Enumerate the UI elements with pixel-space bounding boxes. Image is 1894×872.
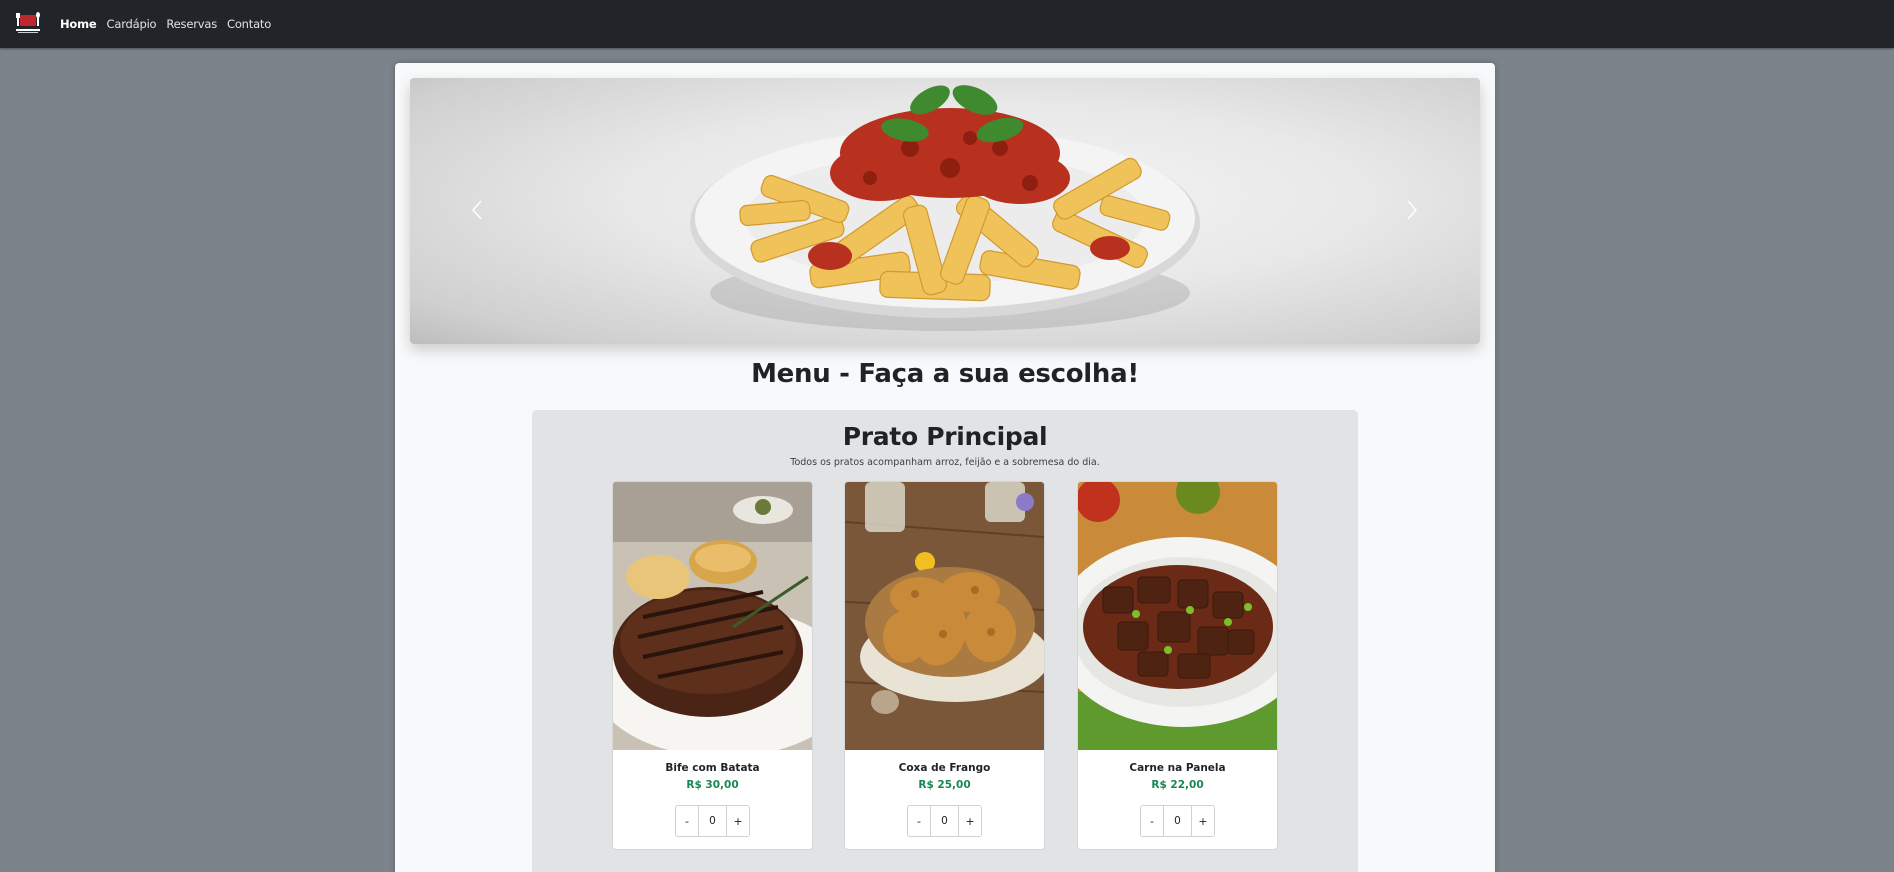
nav-link-home[interactable]: Home [60,17,97,31]
chevron-left-icon [471,200,482,220]
item-price: R$ 25,00 [918,779,971,791]
item-name: Coxa de Frango [898,762,991,774]
fried-chicken-photo [845,482,1044,750]
quantity-value[interactable]: 0 [1163,806,1192,836]
decrement-button[interactable]: - [676,806,698,836]
section-subtitle: Todos os pratos acompanham arroz, feijão… [790,457,1100,468]
decrement-button[interactable]: - [1141,806,1163,836]
section-title: Prato Principal [842,422,1048,451]
beef-stew-photo [1078,482,1277,750]
item-name: Carne na Panela [1129,762,1226,774]
carousel-prev-button[interactable] [462,193,492,227]
menu-card: Carne na Panela R$ 22,00 - 0 + [1077,481,1278,850]
carousel-next-button[interactable] [1397,193,1427,227]
menu-card: Coxa de Frango R$ 25,00 - 0 + [844,481,1045,850]
quantity-value[interactable]: 0 [930,806,959,836]
grilled-steak-photo [613,482,812,750]
item-name: Bife com Batata [665,762,760,774]
nav-link-cardapio[interactable]: Cardápio [107,17,157,31]
increment-button[interactable]: + [727,806,749,836]
nav-link-contato[interactable]: Contato [227,17,271,31]
navbar: Home Cardápio Reservas Contato [0,0,1894,48]
quantity-value[interactable]: 0 [698,806,727,836]
restaurant-logo-icon[interactable] [14,11,42,37]
chevron-right-icon [1407,200,1418,220]
penne-bolognese-image [690,85,1200,331]
quantity-stepper: - 0 + [675,805,750,837]
nav-links: Home Cardápio Reservas Contato [60,17,271,31]
quantity-stepper: - 0 + [1140,805,1215,837]
item-price: R$ 22,00 [1151,779,1204,791]
increment-button[interactable]: + [1192,806,1214,836]
increment-button[interactable]: + [959,806,981,836]
quantity-stepper: - 0 + [907,805,982,837]
main-course-section: Prato Principal Todos os pratos acompanh… [532,410,1358,872]
menu-card: Bife com Batata R$ 30,00 - 0 + [612,481,813,850]
item-price: R$ 30,00 [686,779,739,791]
nav-link-reservas[interactable]: Reservas [166,17,217,31]
menu-title: Menu - Faça a sua escolha! [751,359,1139,389]
decrement-button[interactable]: - [908,806,930,836]
main-container: Menu - Faça a sua escolha! Prato Princip… [395,63,1495,872]
hero-carousel[interactable] [410,78,1480,344]
